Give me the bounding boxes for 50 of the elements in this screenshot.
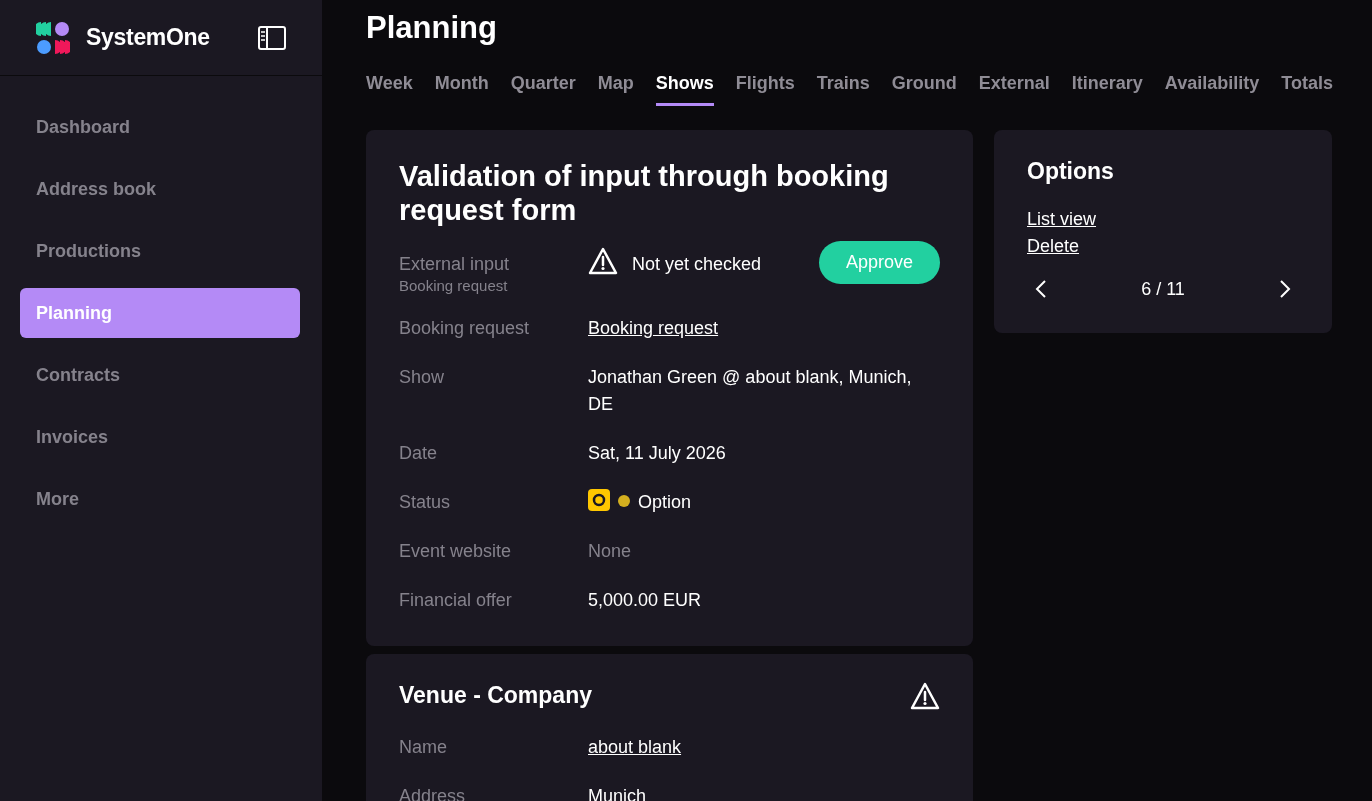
page-title: Planning [366, 9, 498, 47]
field-sublabel: Booking request [399, 278, 509, 293]
warning-icon [910, 682, 940, 710]
tab[interactable]: Trains [816, 64, 870, 107]
tab[interactable]: Itinerary [1071, 64, 1143, 107]
link[interactable]: Booking request [588, 315, 719, 342]
field-label: Event website [399, 541, 512, 561]
nav-item[interactable]: Invoices [20, 412, 300, 462]
tab[interactable]: Quarter [510, 64, 576, 107]
nav-item[interactable]: Dashboard [20, 102, 300, 152]
tab[interactable]: Map [597, 64, 634, 107]
field-value: None [588, 540, 632, 563]
tab[interactable]: Month [434, 64, 489, 107]
card-title: Validation of input through booking request form [399, 160, 890, 227]
tab[interactable]: Flights [735, 64, 795, 107]
field-label: Financial offer [399, 590, 512, 610]
field-value: 5,000.00 EUR [588, 589, 702, 612]
tab[interactable]: Week [366, 64, 413, 107]
field-value: Sat, 11 July 2026 [588, 442, 726, 465]
field-value: Option [638, 491, 692, 514]
nav-item[interactable]: Productions [20, 226, 300, 276]
field-label: Status [399, 492, 451, 512]
nav-item[interactable]: Address book [20, 164, 300, 214]
link[interactable]: about blank [588, 734, 682, 761]
card-title: Options [1027, 158, 1115, 186]
warning-icon [588, 247, 618, 275]
tab[interactable]: External [978, 64, 1050, 107]
brand-name: SystemOne [86, 23, 210, 53]
check-status: Not yet checked [632, 253, 762, 276]
field-label: External input [399, 253, 511, 276]
option-link[interactable]: List view [1027, 206, 1097, 233]
card-title: Venue - Company [399, 682, 592, 709]
chevron-left-icon[interactable] [1035, 279, 1047, 300]
logo-icon [36, 20, 70, 55]
field-value: Jonathan Green @ about blank, Munich, DE [588, 366, 913, 416]
field-label: Date [399, 443, 438, 463]
field-label: Booking request [399, 318, 530, 338]
nav-item[interactable]: More [20, 474, 300, 524]
nav-item[interactable]: Contracts [20, 350, 300, 400]
option-link[interactable]: Delete [1027, 233, 1080, 260]
sidebar-toggle-icon[interactable] [258, 25, 286, 50]
page-counter: 6 / 11 [1141, 277, 1185, 301]
field-label: Name [399, 737, 447, 757]
tab[interactable]: Shows [655, 64, 714, 107]
tab[interactable]: Totals [1281, 64, 1333, 107]
tab[interactable]: Ground [891, 64, 957, 107]
tab[interactable]: Availability [1164, 64, 1260, 107]
status-icon [588, 489, 610, 511]
field-label: Show [399, 367, 445, 387]
chevron-right-icon[interactable] [1279, 279, 1291, 300]
